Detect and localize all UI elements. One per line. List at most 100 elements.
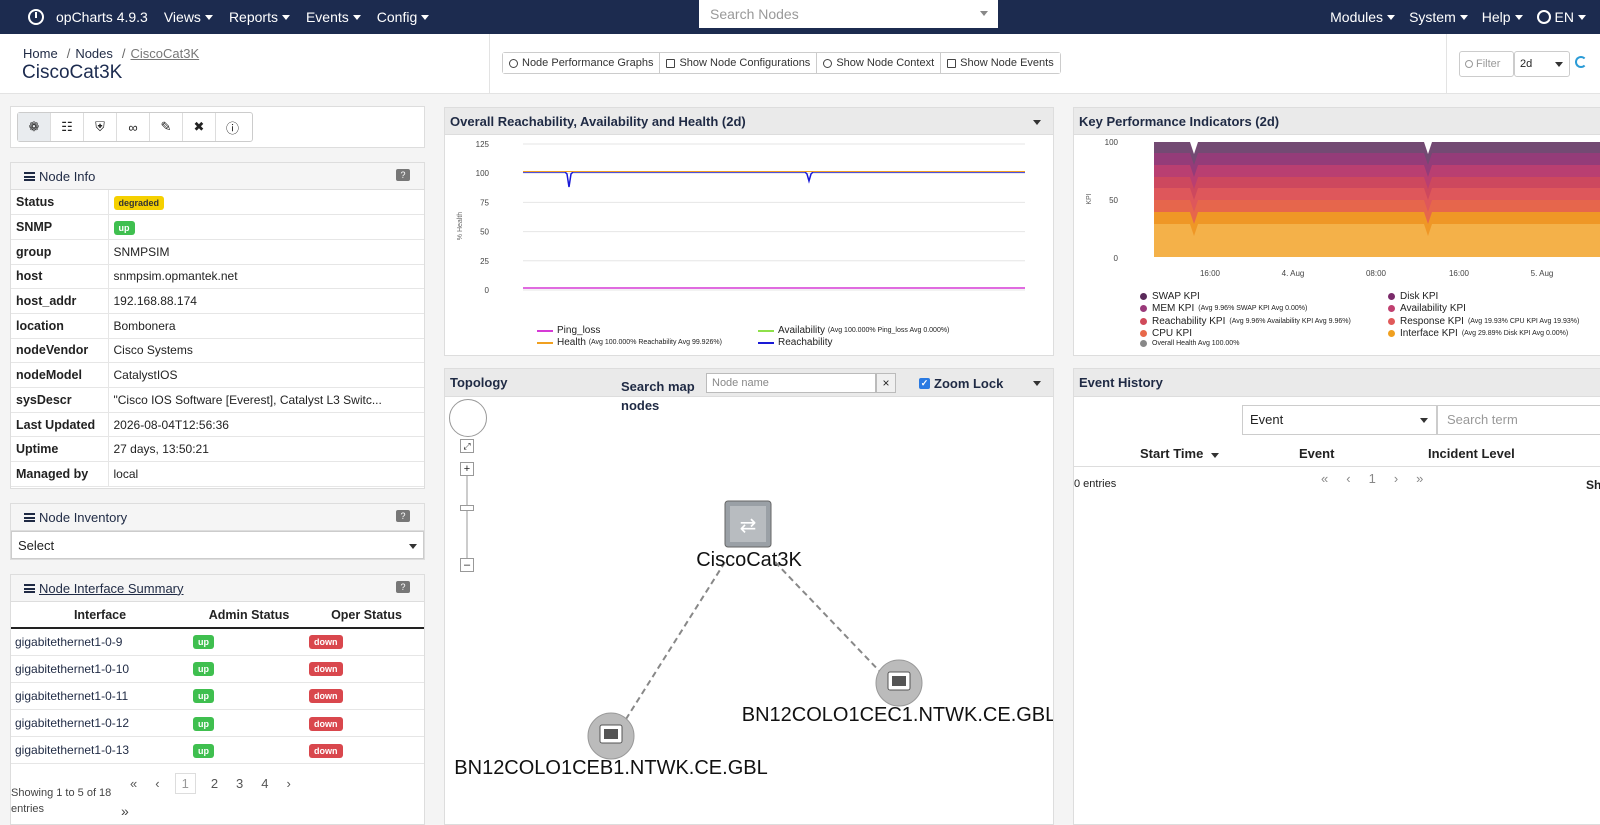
last-page-icon[interactable]: » bbox=[1416, 471, 1423, 486]
legend-item[interactable]: Availability KPI bbox=[1388, 303, 1466, 314]
info-key: Uptime bbox=[11, 436, 109, 463]
menu-system[interactable]: System bbox=[1409, 9, 1468, 25]
column-header-incident-level[interactable]: Incident Level bbox=[1428, 446, 1515, 461]
edit-icon[interactable]: ✎ bbox=[150, 113, 183, 141]
next-page-icon[interactable]: › bbox=[287, 776, 291, 791]
legend-item[interactable]: CPU KPI bbox=[1140, 328, 1192, 339]
last-page-icon[interactable]: » bbox=[121, 803, 129, 819]
info-icon[interactable]: ⓘ bbox=[216, 113, 249, 141]
node-label-cec1[interactable]: BN12COLO1CEC1.NTWK.CE.GBL bbox=[742, 704, 1053, 726]
show-node-context-button[interactable]: Show Node Context bbox=[817, 53, 942, 73]
caret-down-icon bbox=[281, 14, 290, 20]
interface-link[interactable]: gigabitethernet1-0-11 bbox=[15, 689, 128, 703]
info-row: location Bombonera bbox=[11, 313, 424, 339]
previous-page-icon[interactable]: ‹ bbox=[155, 776, 159, 791]
tools-icon[interactable]: ✖ bbox=[183, 113, 216, 141]
show-node-events-button[interactable]: Show Node Events bbox=[941, 53, 1060, 73]
dashboard-icon[interactable]: ❁ bbox=[18, 113, 51, 141]
info-row: nodeModel CatalystIOS bbox=[11, 362, 424, 388]
menu-help[interactable]: Help bbox=[1482, 9, 1523, 25]
first-page-icon[interactable]: « bbox=[1321, 471, 1328, 486]
show-node-configurations-button[interactable]: Show Node Configurations bbox=[660, 53, 818, 73]
sitemap-icon[interactable]: ☷ bbox=[51, 113, 84, 141]
legend-swatch bbox=[1388, 305, 1395, 313]
column-header-event[interactable]: Event bbox=[1299, 446, 1334, 461]
breadcrumb-current[interactable]: CiscoCat3K bbox=[131, 46, 200, 61]
breadcrumb-separator: / bbox=[121, 46, 126, 61]
help-icon[interactable]: ? bbox=[396, 581, 410, 593]
inventory-select[interactable]: Select bbox=[11, 531, 424, 559]
menu-events[interactable]: Events bbox=[306, 9, 361, 25]
page-4[interactable]: 4 bbox=[261, 776, 268, 791]
event-search-input[interactable]: Search term bbox=[1437, 405, 1600, 435]
node-search-select[interactable]: Search Nodes bbox=[699, 0, 998, 28]
column-header-oper-status[interactable]: Oper Status bbox=[309, 602, 424, 629]
legend-reachability[interactable]: Reachability bbox=[758, 337, 832, 348]
event-filter-select[interactable]: Event bbox=[1242, 405, 1437, 435]
caret-down-icon[interactable] bbox=[1033, 120, 1041, 125]
info-row: host_addr 192.168.88.174 bbox=[11, 288, 424, 314]
info-value: snmpsim.opmantek.net bbox=[113, 269, 238, 284]
show-entries-truncated[interactable]: Sh bbox=[1586, 478, 1600, 492]
clear-search-button[interactable]: × bbox=[876, 373, 896, 393]
node-performance-graphs-button[interactable]: Node Performance Graphs bbox=[503, 53, 661, 73]
legend-item[interactable]: MEM KPI (Avg 9.96% SWAP KPI Avg 0.00%) bbox=[1140, 303, 1307, 314]
brand[interactable]: opCharts 4.9.3 bbox=[28, 9, 148, 25]
link-icon[interactable]: ∞ bbox=[117, 113, 150, 141]
y-tick-labels: 125 100 75 50 25 0 bbox=[476, 140, 490, 295]
interface-link[interactable]: gigabitethernet1-0-12 bbox=[15, 716, 129, 730]
interface-link[interactable]: gigabitethernet1-0-13 bbox=[15, 743, 129, 757]
column-header-interface[interactable]: Interface bbox=[11, 602, 189, 629]
language-menu[interactable]: EN bbox=[1536, 9, 1586, 25]
legend-item[interactable]: Reachability KPI (Avg 9.96% Availability … bbox=[1140, 316, 1351, 327]
interface-summary-title-link[interactable]: Node Interface Summary bbox=[39, 581, 184, 596]
time-range-select[interactable]: 2d bbox=[1514, 51, 1570, 77]
page-1[interactable]: 1 bbox=[174, 773, 196, 794]
legend-item[interactable]: Response KPI (Avg 19.93% CPU KPI Avg 19.9… bbox=[1388, 316, 1579, 327]
page-3[interactable]: 3 bbox=[236, 776, 243, 791]
checkbox-checked-icon[interactable]: ✓ bbox=[919, 378, 930, 389]
first-page-icon[interactable]: « bbox=[130, 776, 137, 791]
legend-note: (Avg 100.000% Ping_loss Avg 0.000%) bbox=[827, 327, 950, 334]
legend-item[interactable]: Disk KPI bbox=[1388, 291, 1438, 302]
legend-availability[interactable]: Availability (Avg 100.000% Ping_loss Avg… bbox=[758, 325, 949, 336]
breadcrumb-nodes[interactable]: Nodes bbox=[75, 46, 113, 61]
node-label-ceb1[interactable]: BN12COLO1CEB1.NTWK.CE.GBL bbox=[454, 757, 767, 779]
help-icon[interactable]: ? bbox=[396, 169, 410, 181]
filter-input[interactable]: Filter bbox=[1459, 51, 1514, 77]
interface-link[interactable]: gigabitethernet1-0-9 bbox=[15, 635, 122, 649]
info-row: Managed by local bbox=[11, 461, 424, 487]
next-page-icon[interactable]: › bbox=[1394, 471, 1398, 486]
column-header-label: Start Time bbox=[1140, 446, 1204, 461]
column-header-admin-status[interactable]: Admin Status bbox=[189, 602, 309, 629]
legend-item[interactable]: SWAP KPI bbox=[1140, 291, 1200, 302]
right-menu: Modules System Help EN bbox=[1330, 0, 1600, 34]
zoom-lock-toggle[interactable]: ✓ Zoom Lock bbox=[919, 376, 1003, 391]
help-icon[interactable]: ? bbox=[396, 510, 410, 522]
node-label-cisco[interactable]: CiscoCat3K bbox=[696, 549, 802, 571]
legend-label: CPU KPI bbox=[1152, 327, 1193, 339]
breadcrumb-home[interactable]: Home bbox=[23, 46, 58, 61]
column-header-start-time[interactable]: Start Time bbox=[1140, 446, 1219, 461]
legend-item[interactable]: Interface KPI (Avg 29.89% Disk KPI Avg 0.… bbox=[1388, 328, 1568, 339]
showing-text: Showing 1 to 5 of 18 bbox=[11, 787, 112, 799]
legend-swatch bbox=[1388, 293, 1395, 300]
refresh-icon[interactable] bbox=[1575, 56, 1587, 68]
legend-health[interactable]: Health (Avg 100.000% Reachability Avg 99… bbox=[537, 337, 722, 348]
table-row: gigabitethernet1-0-13 up down bbox=[11, 736, 424, 765]
menu-config[interactable]: Config bbox=[377, 9, 430, 25]
page-2[interactable]: 2 bbox=[211, 776, 218, 791]
previous-page-icon[interactable]: ‹ bbox=[1346, 471, 1350, 486]
info-value: 192.168.88.174 bbox=[113, 294, 197, 309]
shield-icon[interactable]: ⛨ bbox=[84, 113, 117, 141]
interface-link[interactable]: gigabitethernet1-0-10 bbox=[15, 662, 129, 676]
current-page[interactable]: 1 bbox=[1369, 471, 1376, 486]
interface-table: Interface Admin Status Oper Status gigab… bbox=[11, 602, 424, 765]
caret-down-icon[interactable] bbox=[1033, 381, 1041, 386]
node-name-input[interactable]: Node name bbox=[706, 373, 876, 393]
menu-reports[interactable]: Reports bbox=[229, 9, 290, 25]
menu-views[interactable]: Views bbox=[164, 9, 213, 25]
menu-modules[interactable]: Modules bbox=[1330, 9, 1396, 25]
legend-item[interactable]: Overall Health Avg 100.00% bbox=[1140, 340, 1239, 348]
legend-ping-loss[interactable]: Ping_loss bbox=[537, 325, 600, 336]
